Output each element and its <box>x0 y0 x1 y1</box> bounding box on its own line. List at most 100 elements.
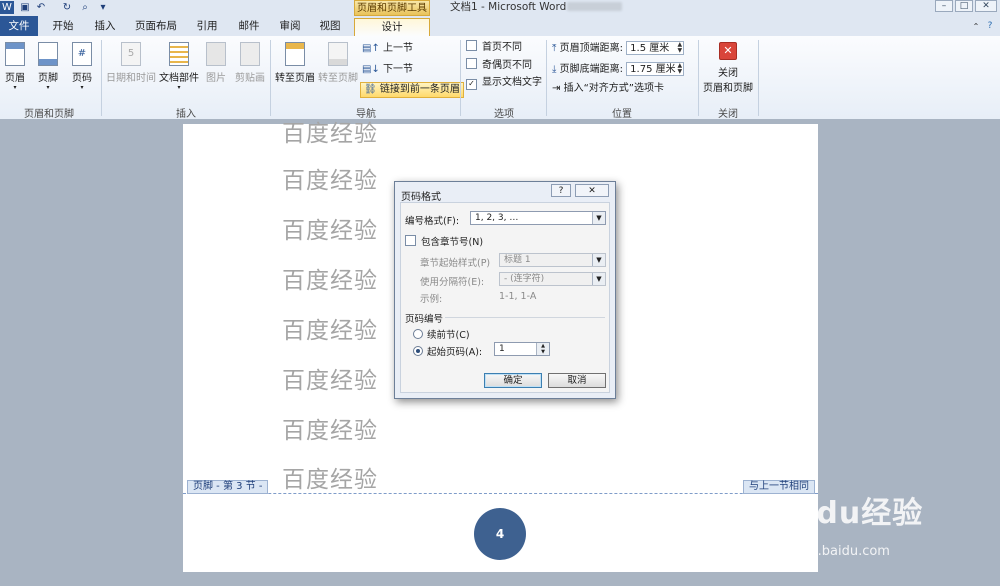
next-section-icon: ▤↓ <box>362 64 380 75</box>
insert-alignment-tab-button[interactable]: ⇥ 插入“对齐方式”选项卡 <box>552 82 664 96</box>
undo-icon[interactable]: ↶ <box>34 1 48 14</box>
page-number-format-dialog: 页码格式 ? ✕ 编号格式(F): 1, 2, 3, … ▼ 包含章节号(N) … <box>394 181 616 399</box>
doc-text-line: 百度经验 <box>282 467 378 493</box>
ribbon-tabs: 文件 开始 插入 页面布局 引用 邮件 审阅 视图 设计 ⌃ ? <box>0 16 1000 37</box>
help-icon[interactable]: ? <box>984 18 996 36</box>
dropdown-arrow-icon[interactable]: ▼ <box>592 212 605 224</box>
save-icon[interactable]: ▣ <box>18 1 32 14</box>
tab-file[interactable]: 文件 <box>0 16 38 36</box>
header-distance-icon: ⤒ <box>552 43 557 54</box>
window-title: 文档1 - Microsoft Word <box>450 1 567 13</box>
spin-arrows-icon[interactable]: ▲ ▼ <box>678 42 683 54</box>
page-number-button[interactable]: # 页码 ▾ <box>70 42 94 91</box>
tab-view[interactable]: 视图 <box>313 18 347 36</box>
print-preview-icon[interactable]: ⌕ <box>78 1 92 14</box>
number-format-select[interactable]: 1, 2, 3, … ▼ <box>470 211 606 225</box>
dialog-title: 页码格式 <box>401 192 441 203</box>
goto-header-button[interactable]: 转至页眉 <box>274 42 316 84</box>
dropdown-arrow-icon[interactable]: ▼ <box>592 254 605 266</box>
footer-distance-icon: ⤓ <box>552 64 557 75</box>
group-separator <box>546 40 547 116</box>
clip-art-label: 剪贴画 <box>235 73 265 84</box>
separator-select[interactable]: - (连字符) ▼ <box>499 272 606 286</box>
picture-button[interactable]: 图片 <box>204 42 228 84</box>
tab-page-layout[interactable]: 页面布局 <box>130 18 182 36</box>
start-at-option[interactable]: 起始页码(A): <box>413 344 482 358</box>
group-separator <box>270 40 271 116</box>
clip-art-button[interactable]: 剪贴画 <box>233 42 267 84</box>
maximize-button[interactable]: □ <box>955 0 973 12</box>
example-label: 示例: <box>420 294 443 305</box>
close-window-button[interactable]: ✕ <box>975 0 997 12</box>
footer-button[interactable]: 页脚 ▾ <box>36 42 60 91</box>
title-bar: W ▣ ↶ ↻ ⌕ ▾ 页眉和页脚工具 文档1 - Microsoft Word… <box>0 0 1000 16</box>
picture-label: 图片 <box>206 73 226 84</box>
number-format-label: 编号格式(F): <box>405 216 460 227</box>
dialog-help-button[interactable]: ? <box>551 184 571 197</box>
tab-design[interactable]: 设计 <box>354 18 430 36</box>
goto-footer-label: 转至页脚 <box>318 73 358 84</box>
footer-label: 页脚 <box>38 73 58 84</box>
quick-parts-icon <box>169 42 189 66</box>
continue-from-previous-option[interactable]: 续前节(C) <box>413 327 470 341</box>
minimize-button[interactable]: – <box>935 0 953 12</box>
different-odd-even-checkbox[interactable] <box>466 58 477 69</box>
cancel-button[interactable]: 取消 <box>548 373 606 388</box>
tab-review[interactable]: 审阅 <box>273 18 307 36</box>
header-icon <box>5 42 25 66</box>
header-label: 页眉 <box>5 73 25 84</box>
dialog-close-button[interactable]: ✕ <box>575 184 609 197</box>
previous-section-icon: ▤↑ <box>362 43 380 54</box>
show-document-text-option[interactable]: ✓ 显示文档文字 <box>466 76 542 90</box>
start-at-input[interactable]: 1 ▲ ▼ <box>494 342 550 356</box>
word-app-icon[interactable]: W <box>0 1 14 14</box>
dialog-body: 编号格式(F): 1, 2, 3, … ▼ 包含章节号(N) 章节起始样式(P)… <box>400 202 610 393</box>
include-chapter-option[interactable]: 包含章节号(N) <box>405 234 483 248</box>
group-label-insert: 插入 <box>176 109 196 120</box>
different-first-page-option[interactable]: 首页不同 <box>466 40 522 55</box>
doc-text-line: 百度经验 <box>282 218 378 244</box>
tab-mailings[interactable]: 邮件 <box>232 18 266 36</box>
footer-boundary-line <box>183 493 818 494</box>
calendar-icon: 5 <box>121 42 141 66</box>
dropdown-arrow-icon[interactable]: ▼ <box>592 273 605 285</box>
tab-home[interactable]: 开始 <box>46 18 80 36</box>
header-distance-input[interactable]: 1.5 厘米 ▲ ▼ <box>626 41 685 55</box>
next-section-button[interactable]: ▤↓ 下一节 <box>362 63 413 77</box>
group-separator <box>758 40 759 116</box>
footer-icon <box>38 42 58 66</box>
spin-arrows-icon[interactable]: ▲ ▼ <box>536 343 549 355</box>
section-divider <box>445 317 605 318</box>
ok-button[interactable]: 确定 <box>484 373 542 388</box>
tab-references[interactable]: 引用 <box>190 18 224 36</box>
goto-footer-button[interactable]: 转至页脚 <box>317 42 359 84</box>
footer-distance-input[interactable]: 1.75 厘米 ▲ ▼ <box>626 62 685 76</box>
quick-parts-button[interactable]: 文档部件 ▾ <box>158 42 200 91</box>
chapter-style-select[interactable]: 标题 1 ▼ <box>499 253 606 267</box>
header-button[interactable]: 页眉 ▾ <box>4 42 26 91</box>
previous-section-label: 上一节 <box>383 43 414 54</box>
spin-arrows-icon[interactable]: ▲ ▼ <box>678 63 683 75</box>
different-odd-even-option[interactable]: 奇偶页不同 <box>466 58 532 73</box>
continue-radio[interactable] <box>413 329 423 339</box>
tab-insert[interactable]: 插入 <box>88 18 122 36</box>
different-first-page-checkbox[interactable] <box>466 40 477 51</box>
previous-section-button[interactable]: ▤↑ 上一节 <box>362 42 413 56</box>
include-chapter-checkbox[interactable] <box>405 235 416 246</box>
close-header-footer-button[interactable]: ✕ 关闭 页眉和页脚 <box>702 42 754 94</box>
redo-icon[interactable]: ↻ <box>60 1 74 14</box>
date-time-button[interactable]: 5 日期和时间 <box>104 42 158 84</box>
qat-customize-icon[interactable]: ▾ <box>96 1 110 14</box>
baidu-watermark-logo: Baidu经验 <box>760 496 924 531</box>
group-label-close: 关闭 <box>718 109 738 120</box>
group-separator <box>698 40 699 116</box>
start-at-radio[interactable] <box>413 346 423 356</box>
ribbon-minimize-icon[interactable]: ⌃ <box>970 18 982 36</box>
doc-text-line: 百度经验 <box>282 168 378 194</box>
link-to-previous-button[interactable]: ⛓ 链接到前一条页眉 <box>360 82 464 98</box>
doc-text-line: 百度经验 <box>282 418 378 444</box>
group-label-options: 选项 <box>494 109 514 120</box>
show-document-text-checkbox[interactable]: ✓ <box>466 79 477 90</box>
page-number-circle[interactable]: 4 <box>474 508 526 560</box>
numbering-section-title: 页码编号 <box>405 314 444 325</box>
